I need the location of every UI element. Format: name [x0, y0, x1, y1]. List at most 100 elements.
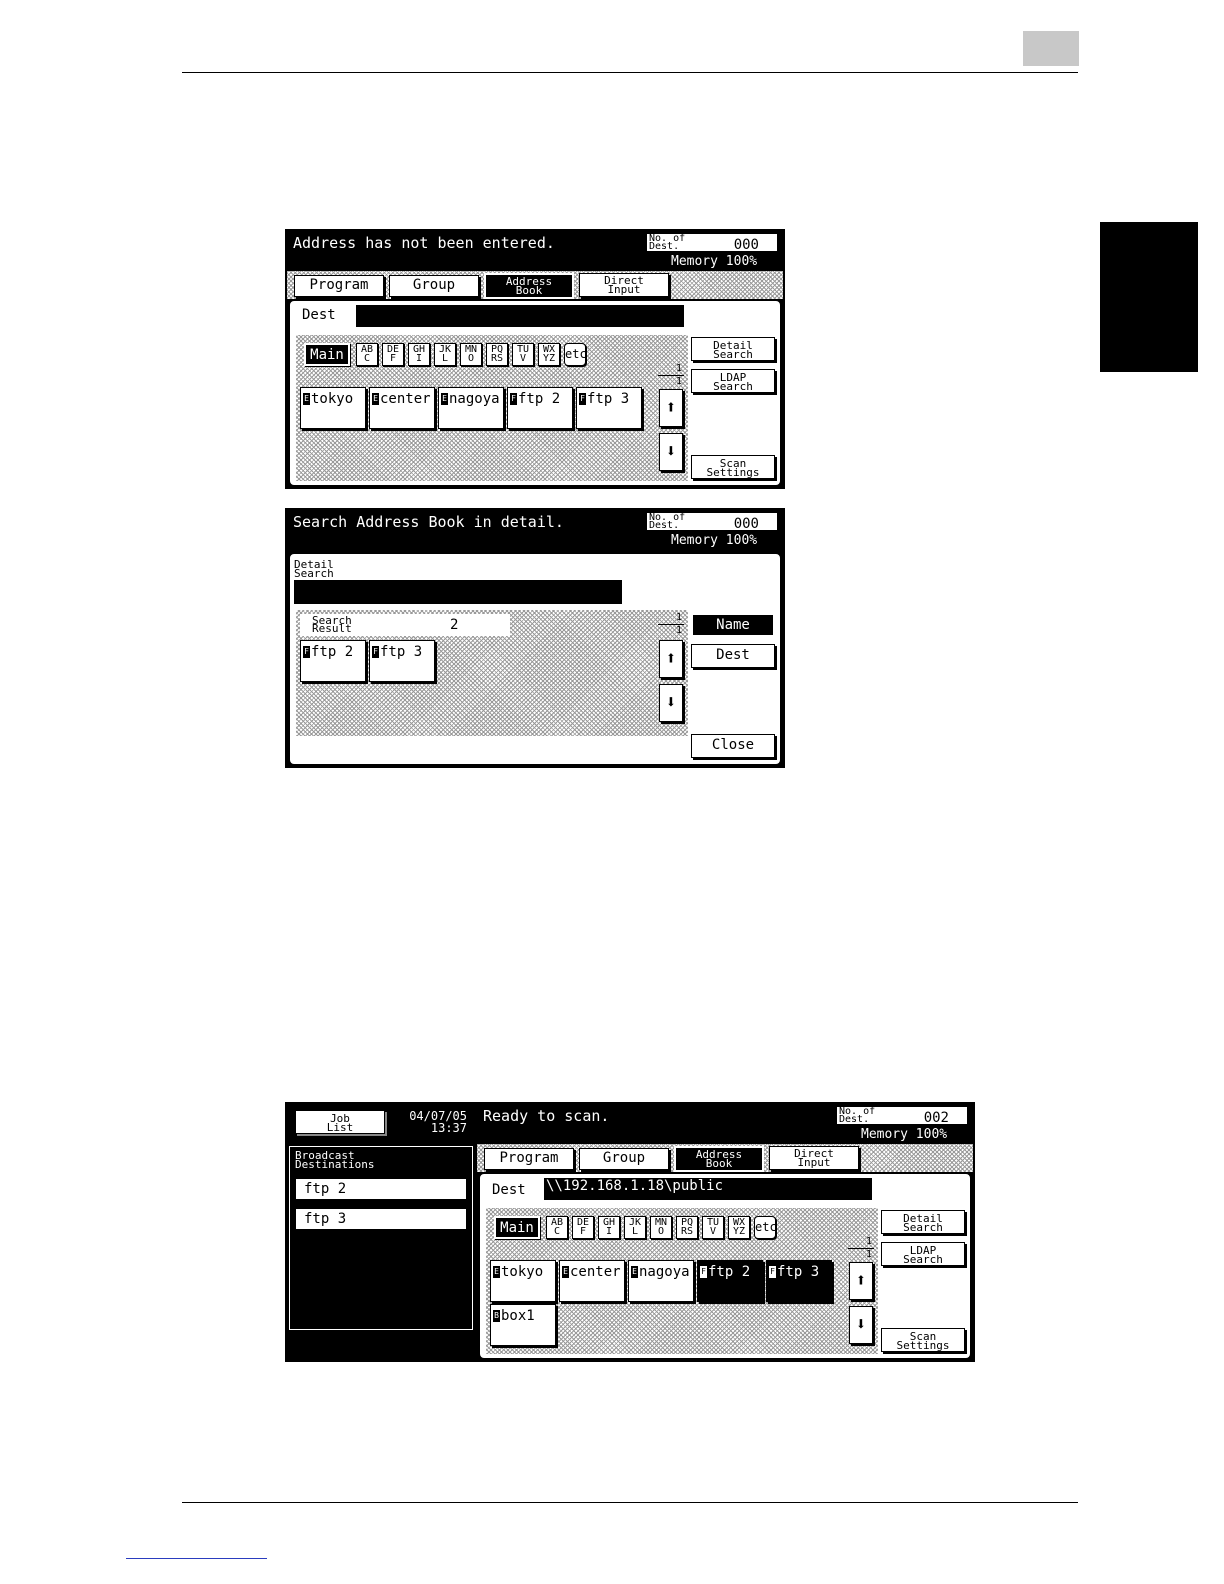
- address-key-ftp2[interactable]: Fftp 2: [697, 1260, 763, 1302]
- address-key-center[interactable]: Ecenter: [369, 387, 435, 429]
- footer-link[interactable]: [126, 1558, 267, 1559]
- tab-program[interactable]: Program: [294, 275, 384, 297]
- index-tuv-button[interactable]: TU V: [512, 343, 534, 366]
- address-key-label: center: [570, 1264, 621, 1280]
- address-key-label: ftp 2: [518, 391, 561, 407]
- index-jkl-button[interactable]: JK L: [434, 343, 456, 366]
- scroll-down-button[interactable]: ⬇: [659, 684, 683, 722]
- address-key-ftp3[interactable]: Fftp 3: [766, 1260, 832, 1302]
- dest-counter-value: 000: [733, 237, 759, 253]
- scan-settings-button[interactable]: Scan Settings: [881, 1328, 965, 1352]
- address-key-tokyo[interactable]: Etokyo: [490, 1260, 556, 1302]
- index-wxyz-button[interactable]: WX YZ: [538, 343, 560, 366]
- tab-direct-input[interactable]: Direct Input: [579, 273, 669, 297]
- address-key-box1[interactable]: Bbox1: [490, 1304, 556, 1346]
- detail-search-button[interactable]: Detail Search: [881, 1210, 965, 1234]
- memory-status: Memory 100%: [861, 1127, 948, 1142]
- address-key-ftp3[interactable]: Fftp 3: [576, 387, 642, 429]
- index-mno-button[interactable]: MN O: [460, 343, 482, 366]
- dest-counter: No. of Dest. 000: [647, 233, 777, 253]
- dest-counter-label: No. of Dest.: [839, 1106, 876, 1125]
- email-type-icon: E: [493, 1266, 500, 1278]
- index-main-button[interactable]: Main: [494, 1216, 540, 1239]
- ftp-type-icon: F: [769, 1266, 776, 1278]
- tab-program[interactable]: Program: [484, 1148, 574, 1170]
- detail-search-button[interactable]: Detail Search: [691, 337, 775, 361]
- email-type-icon: E: [441, 393, 448, 405]
- ldap-search-button[interactable]: LDAP Search: [881, 1242, 965, 1266]
- arrow-up-icon: ⬆: [855, 1270, 867, 1291]
- scroll-up-button[interactable]: ⬆: [659, 640, 683, 678]
- screen-ready-to-scan: Job List 04/07/05 13:37 Broadcast Destin…: [285, 1102, 975, 1362]
- name-search-button[interactable]: Name: [691, 613, 775, 637]
- address-key-label: ftp 2: [708, 1264, 751, 1280]
- index-abc-button[interactable]: AB C: [546, 1216, 568, 1239]
- dest-counter: No. of Dest. 000: [647, 512, 777, 532]
- search-result-box: Search Result 2: [300, 614, 510, 636]
- job-list-button[interactable]: Job List: [295, 1110, 385, 1134]
- address-key-label: tokyo: [501, 1264, 544, 1280]
- broadcast-title: Broadcast Destinations: [295, 1149, 375, 1171]
- dest-search-button[interactable]: Dest: [691, 644, 775, 668]
- dest-field[interactable]: [356, 305, 684, 327]
- index-ghi-button[interactable]: GH I: [598, 1216, 620, 1239]
- index-etc-button[interactable]: etc: [564, 343, 587, 366]
- index-abc-button[interactable]: AB C: [356, 343, 378, 366]
- page-current: 1: [675, 612, 682, 623]
- close-button[interactable]: Close: [691, 734, 775, 758]
- address-key-label: ftp 2: [311, 644, 354, 660]
- address-key-ftp2[interactable]: Fftp 2: [300, 640, 366, 682]
- page-total: 1: [675, 376, 682, 387]
- ftp-type-icon: F: [579, 393, 586, 405]
- tab-group[interactable]: Group: [389, 275, 479, 297]
- index-tuv-button[interactable]: TU V: [702, 1216, 724, 1239]
- status-message: Search Address Book in detail.: [293, 513, 564, 531]
- address-key-ftp3[interactable]: Fftp 3: [369, 640, 435, 682]
- ldap-search-button[interactable]: LDAP Search: [691, 369, 775, 393]
- index-def-button[interactable]: DE F: [572, 1216, 594, 1239]
- index-jkl-button[interactable]: JK L: [624, 1216, 646, 1239]
- index-etc-button[interactable]: etc: [754, 1216, 777, 1239]
- broadcast-item-ftp2[interactable]: ftp 2: [296, 1179, 466, 1199]
- index-main-button[interactable]: Main: [304, 343, 350, 366]
- scroll-up-button[interactable]: ⬆: [659, 389, 683, 427]
- arrow-up-icon: ⬆: [665, 397, 677, 418]
- address-key-label: ftp 3: [587, 391, 630, 407]
- address-key-tokyo[interactable]: Etokyo: [300, 387, 366, 429]
- email-type-icon: E: [562, 1266, 569, 1278]
- address-key-label: box1: [501, 1308, 535, 1324]
- dest-counter: No. of Dest. 002: [837, 1106, 967, 1126]
- address-key-nagoya[interactable]: Enagoya: [628, 1260, 694, 1302]
- chapter-tab: [1100, 222, 1198, 372]
- chapter-number-box: [1023, 31, 1079, 66]
- index-wxyz-button[interactable]: WX YZ: [728, 1216, 750, 1239]
- ftp-type-icon: F: [700, 1266, 707, 1278]
- ftp-type-icon: F: [372, 646, 379, 658]
- scroll-down-button[interactable]: ⬇: [849, 1306, 873, 1344]
- broadcast-item-ftp3[interactable]: ftp 3: [296, 1209, 466, 1229]
- tab-address-book[interactable]: Address Book: [674, 1146, 764, 1172]
- index-mno-button[interactable]: MN O: [650, 1216, 672, 1239]
- address-key-label: nagoya: [639, 1264, 690, 1280]
- dest-counter-label: No. of Dest.: [649, 233, 686, 252]
- index-ghi-button[interactable]: GH I: [408, 343, 430, 366]
- tab-direct-input[interactable]: Direct Input: [769, 1146, 859, 1170]
- address-key-label: nagoya: [449, 391, 500, 407]
- address-key-nagoya[interactable]: Enagoya: [438, 387, 504, 429]
- scan-settings-button[interactable]: Scan Settings: [691, 455, 775, 479]
- index-pqrs-button[interactable]: PQ RS: [676, 1216, 698, 1239]
- dest-field[interactable]: \\192.168.1.18\public: [544, 1178, 872, 1200]
- dest-counter-label: No. of Dest.: [649, 512, 686, 531]
- detail-search-field[interactable]: [294, 580, 622, 604]
- page-total: 1: [865, 1249, 872, 1260]
- tab-group[interactable]: Group: [579, 1148, 669, 1170]
- scroll-down-button[interactable]: ⬇: [659, 433, 683, 471]
- index-pqrs-button[interactable]: PQ RS: [486, 343, 508, 366]
- address-key-label: center: [380, 391, 431, 407]
- scroll-up-button[interactable]: ⬆: [849, 1262, 873, 1300]
- arrow-down-icon: ⬇: [665, 441, 677, 462]
- address-key-ftp2[interactable]: Fftp 2: [507, 387, 573, 429]
- address-key-center[interactable]: Ecenter: [559, 1260, 625, 1302]
- index-def-button[interactable]: DE F: [382, 343, 404, 366]
- tab-address-book[interactable]: Address Book: [484, 273, 574, 299]
